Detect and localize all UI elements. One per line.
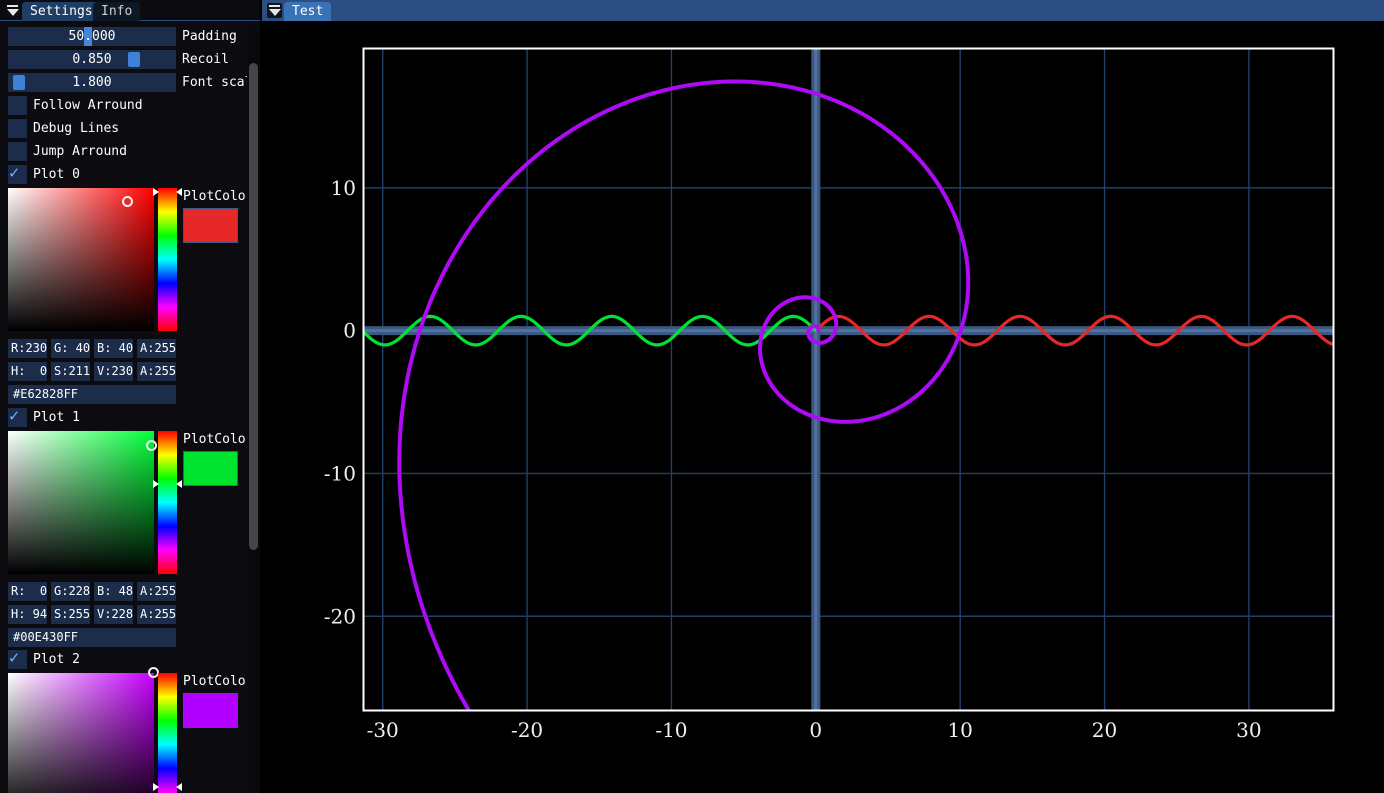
tab-settings[interactable]: Settings xyxy=(22,2,101,21)
font-scale-label: Font scal xyxy=(182,73,252,92)
plot-window: Test -30 -20 -10 0 10 20 30 10 0 -10 -20 xyxy=(262,0,1384,793)
value-cell[interactable]: R:230 xyxy=(8,339,47,358)
recoil-label: Recoil xyxy=(182,50,229,69)
color-preview-swatch[interactable] xyxy=(183,208,238,243)
x-tick-label: 30 xyxy=(1236,718,1261,742)
font-scale-value: 1.800 xyxy=(8,73,176,92)
y-tick-label: 10 xyxy=(331,176,356,200)
value-cell[interactable]: G:228 xyxy=(51,582,90,601)
sv-picker-marker[interactable] xyxy=(122,196,133,207)
hue-arrow-right-icon xyxy=(176,480,182,488)
hue-arrow-left-icon xyxy=(153,188,159,196)
value-cell[interactable]: H: 94 xyxy=(8,605,47,624)
window-menu-button[interactable] xyxy=(5,3,20,18)
y-tick-label: -10 xyxy=(324,461,356,485)
tab-info[interactable]: Info xyxy=(93,2,140,21)
hex-value: #E62828FF xyxy=(13,387,78,401)
recoil-value: 0.850 xyxy=(8,50,176,69)
hue-marker[interactable] xyxy=(157,783,178,791)
value-cell[interactable]: S:211 xyxy=(51,362,90,381)
x-tick-label: 20 xyxy=(1092,718,1117,742)
check-icon: ✓ xyxy=(9,163,19,183)
value-cell[interactable]: V:230 xyxy=(94,362,133,381)
window-menu-button[interactable] xyxy=(267,3,282,18)
value-cell[interactable]: A:255 xyxy=(137,362,176,381)
checkbox-debug-lines-label: Debug Lines xyxy=(33,119,119,138)
tab-test[interactable]: Test xyxy=(284,2,331,21)
hue-bar[interactable] xyxy=(158,673,177,793)
plot-border xyxy=(364,49,1334,711)
hex-value-field[interactable]: #E62828FF xyxy=(8,385,176,404)
x-tick-label: 0 xyxy=(809,718,822,742)
checkbox-debug-lines[interactable]: ✓ xyxy=(8,119,27,138)
checkbox-follow-arround-label: Follow Arround xyxy=(33,96,143,115)
value-cell[interactable]: A:255 xyxy=(137,605,176,624)
hue-arrow-right-icon xyxy=(176,783,182,791)
text-caret: . xyxy=(84,27,92,46)
checkbox-jump-arround-label: Jump Arround xyxy=(33,142,127,161)
checkbox-follow-arround[interactable]: ✓ xyxy=(8,96,27,115)
x-tick-label: -10 xyxy=(655,718,687,742)
font-scale-slider[interactable]: 1.800 xyxy=(8,73,176,92)
hue-arrow-left-icon xyxy=(153,783,159,791)
color-preview-swatch[interactable] xyxy=(183,451,238,486)
settings-tabbar: Settings Info xyxy=(0,0,260,21)
value-cell[interactable]: A:255 xyxy=(137,582,176,601)
value-cell[interactable]: B: 48 xyxy=(94,582,133,601)
value-cell[interactable]: G: 40 xyxy=(51,339,90,358)
value-cell[interactable]: V:228 xyxy=(94,605,133,624)
x-tick-label: -30 xyxy=(367,718,399,742)
check-icon: ✓ xyxy=(9,406,19,426)
plot-color-label: PlotColor xyxy=(183,674,253,689)
settings-window: Settings Info 50.000 Padding 0.850 Recoi… xyxy=(0,0,260,793)
padding-value: 50.000 xyxy=(8,27,176,46)
plot-tabbar: Test xyxy=(262,0,1384,21)
plot-checkbox[interactable]: ✓ xyxy=(8,165,27,184)
plot-checkbox-label: Plot 0 xyxy=(33,165,80,184)
value-cell[interactable]: B: 40 xyxy=(94,339,133,358)
hue-marker[interactable] xyxy=(157,480,178,488)
plot-canvas[interactable]: -30 -20 -10 0 10 20 30 10 0 -10 -20 xyxy=(262,21,1384,793)
value-cell[interactable]: S:255 xyxy=(51,605,90,624)
sv-picker-marker[interactable] xyxy=(146,440,157,451)
y-tick-label: -20 xyxy=(324,604,356,628)
scrollbar[interactable] xyxy=(247,25,259,793)
plot-checkbox[interactable]: ✓ xyxy=(8,408,27,427)
check-icon: ✓ xyxy=(9,648,19,668)
hue-arrow-right-icon xyxy=(176,188,182,196)
plot-color-label: PlotColor xyxy=(183,189,253,204)
color-preview-swatch[interactable] xyxy=(183,693,238,728)
value-cell[interactable]: A:255 xyxy=(137,339,176,358)
saturation-value-picker[interactable] xyxy=(8,188,154,331)
hue-bar[interactable] xyxy=(158,431,177,574)
scrollbar-grab[interactable] xyxy=(249,63,258,550)
padding-label: Padding xyxy=(182,27,237,46)
saturation-value-picker[interactable] xyxy=(8,431,154,574)
x-tick-label: -20 xyxy=(511,718,543,742)
collapse-arrow-icon xyxy=(7,9,19,16)
window-menu-icon xyxy=(7,5,18,7)
hue-marker[interactable] xyxy=(157,188,178,196)
hue-arrow-left-icon xyxy=(153,480,159,488)
plot-color-label: PlotColor xyxy=(183,432,253,447)
app-root: Settings Info 50.000 Padding 0.850 Recoi… xyxy=(0,0,1384,793)
x-tick-label: 10 xyxy=(947,718,972,742)
recoil-slider[interactable]: 0.850 xyxy=(8,50,176,69)
value-cell[interactable]: R: 0 xyxy=(8,582,47,601)
checkbox-jump-arround[interactable]: ✓ xyxy=(8,142,27,161)
hex-value: #00E430FF xyxy=(13,630,78,644)
saturation-value-picker[interactable] xyxy=(8,673,154,793)
plot-checkbox-label: Plot 1 xyxy=(33,408,80,427)
plot-checkbox[interactable]: ✓ xyxy=(8,650,27,669)
plot-checkbox-label: Plot 2 xyxy=(33,650,80,669)
padding-drag[interactable]: 50.000 xyxy=(8,27,176,46)
hex-value-field[interactable]: #00E430FF xyxy=(8,628,176,647)
window-menu-icon xyxy=(269,5,280,7)
value-cell[interactable]: H: 0 xyxy=(8,362,47,381)
y-tick-label: 0 xyxy=(343,319,356,343)
collapse-arrow-icon xyxy=(269,9,281,16)
hue-bar[interactable] xyxy=(158,188,177,331)
